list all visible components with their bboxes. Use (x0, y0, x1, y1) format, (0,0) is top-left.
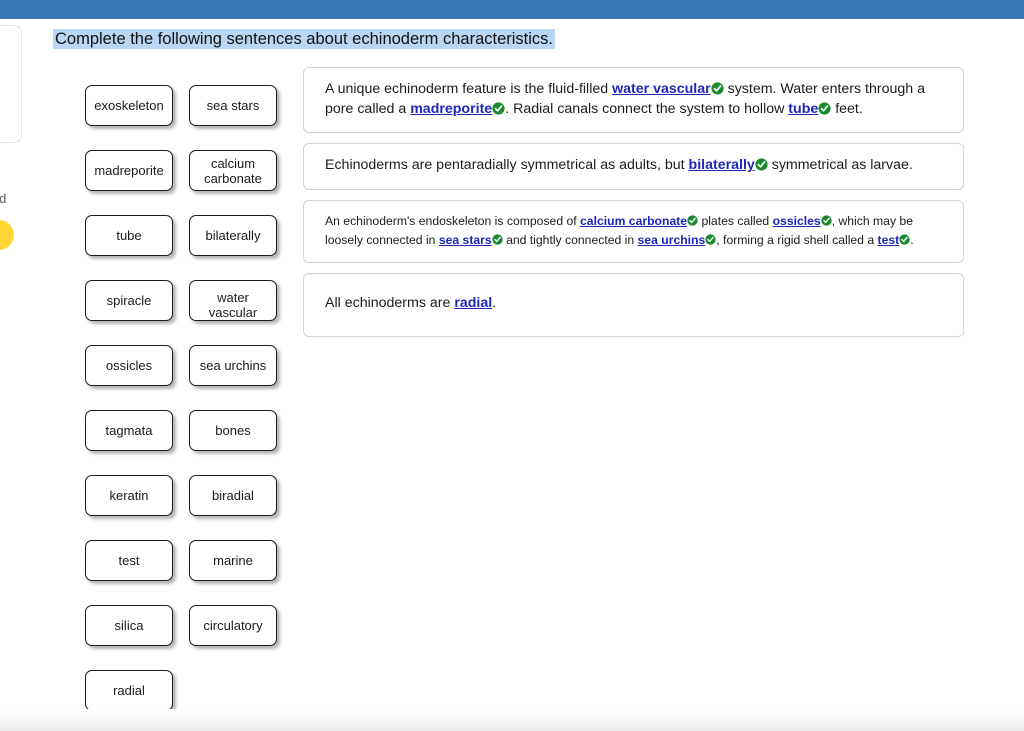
word-bank-row: exoskeleton sea stars (85, 85, 280, 150)
answer-sentence-box: Echinoderms are pentaradially symmetrica… (303, 143, 964, 190)
bottom-fade (0, 709, 1024, 731)
answer-sentence-text: All echinoderms are radial. (325, 294, 496, 314)
word-tile[interactable]: exoskeleton (85, 85, 173, 126)
filled-blank[interactable]: bilaterally (689, 157, 755, 173)
correct-check-icon (711, 82, 724, 95)
word-bank-row: silica circulatory (85, 605, 280, 670)
correct-check-icon (705, 232, 716, 245)
word-bank-row: test marine (85, 540, 280, 605)
answer-sentence-box: An echinoderm's endoskeleton is composed… (303, 199, 964, 263)
correct-check-icon (755, 158, 768, 171)
word-tile[interactable]: spiracle (85, 280, 173, 321)
points-awarded-label: rded (0, 191, 7, 206)
word-tile[interactable]: calcium carbonate (189, 150, 277, 191)
word-tile-label: marine (213, 553, 253, 568)
word-tile[interactable]: silica (85, 605, 173, 646)
word-tile[interactable]: keratin (85, 475, 173, 516)
word-tile[interactable]: biradial (189, 475, 277, 516)
sentence-text-fragment: . (910, 232, 914, 247)
progress-dot-icon (0, 220, 14, 250)
word-tile-label: tube (116, 228, 142, 243)
correct-check-icon (492, 232, 503, 245)
correct-check-icon (818, 101, 831, 115)
sentence-text-fragment: symmetrical as larvae. (767, 157, 913, 173)
word-tile-label: test (118, 553, 140, 568)
word-tile[interactable]: sea stars (189, 85, 277, 126)
filled-blank[interactable]: tube (788, 101, 818, 117)
word-tile[interactable]: radial (85, 670, 173, 711)
word-tile-label: tagmata (105, 423, 153, 438)
word-tile-label: sea stars (206, 98, 260, 113)
word-tile[interactable]: bones (189, 410, 277, 451)
sentence-text-fragment: All echinoderms are (325, 295, 455, 312)
word-tile[interactable]: water vascular (189, 280, 277, 321)
word-tile-label: circulatory (203, 618, 263, 633)
word-bank-row: madreporite calcium carbonate (85, 150, 280, 215)
word-tile[interactable]: ossicles (85, 345, 173, 386)
filled-blank[interactable]: sea urchins (638, 233, 706, 247)
word-tile[interactable]: madreporite (85, 150, 173, 191)
word-tile[interactable]: test (85, 540, 173, 581)
filled-blank[interactable]: madreporite (410, 101, 492, 117)
sentence-text-fragment: feet. (831, 100, 863, 117)
correct-check-icon (821, 213, 832, 226)
word-tile-label: keratin (109, 488, 149, 503)
filled-blank[interactable]: calcium carbonate (580, 214, 687, 228)
sentence-text-fragment: , forming a rigid shell called a (716, 232, 878, 247)
correct-check-icon (492, 101, 505, 115)
answer-sentence-box: All echinoderms are radial. (303, 272, 964, 337)
filled-blank[interactable]: test (878, 233, 900, 247)
answer-sentence-text: An echinoderm's endoskeleton is composed… (325, 214, 914, 247)
sentence-text-fragment: . Radial canals connect the system to ho… (505, 100, 789, 117)
word-tile-label: silica (114, 618, 144, 633)
word-tile-label: radial (113, 683, 145, 698)
word-tile-label: biradial (212, 488, 254, 503)
word-tile-label: spiracle (106, 293, 152, 308)
filled-blank[interactable]: water vascular (612, 81, 711, 97)
word-tile[interactable]: bilaterally (189, 215, 277, 256)
sentence-text-fragment: Echinoderms are pentaradially symmetrica… (325, 157, 689, 173)
sentence-text-fragment: A unique echinoderm feature is the fluid… (325, 81, 613, 97)
word-tile-label: bilaterally (205, 228, 261, 243)
word-tile-label: ossicles (105, 358, 153, 373)
word-bank: exoskeleton sea stars madreporite calcium c… (85, 85, 280, 731)
answer-sentence-box: A unique echinoderm feature is the fluid… (303, 67, 964, 133)
page-title: Complete the following sentences about e… (53, 28, 853, 50)
word-bank-row: keratin biradial (85, 475, 280, 540)
answer-sentence-text: A unique echinoderm feature is the fluid… (325, 81, 925, 117)
word-tile[interactable]: tube (85, 215, 173, 256)
word-bank-row: tagmata bones (85, 410, 280, 475)
filled-blank[interactable]: ossicles (773, 214, 821, 228)
exercise-page: rded Complete the following sentences ab… (0, 0, 1024, 731)
sentence-text-fragment: . (492, 295, 497, 312)
word-bank-row: ossicles sea urchins (85, 345, 280, 410)
word-tile-label: water vascular (208, 290, 258, 320)
left-side-panel-card (0, 25, 22, 143)
answer-sentence-text: Echinoderms are pentaradially symmetrica… (325, 157, 913, 173)
word-tile-label: calcium carbonate (204, 155, 262, 186)
sentence-text-fragment: plates called (698, 213, 773, 228)
word-tile-label: exoskeleton (94, 98, 164, 113)
word-tile[interactable]: sea urchins (189, 345, 277, 386)
correct-check-icon (899, 232, 910, 245)
word-tile[interactable]: marine (189, 540, 277, 581)
word-tile[interactable]: tagmata (85, 410, 173, 451)
filled-blank[interactable]: sea stars (439, 233, 492, 247)
page-title-text: Complete the following sentences about e… (53, 29, 556, 49)
word-tile-label: bones (215, 423, 251, 438)
sentence-text-fragment: and tightly connected in (502, 232, 638, 247)
word-tile-label: madreporite (94, 163, 164, 178)
word-tile[interactable]: circulatory (189, 605, 277, 646)
top-blue-bar (0, 0, 1024, 19)
answer-list: A unique echinoderm feature is the fluid… (303, 67, 964, 347)
word-bank-row: spiracle water vascular (85, 280, 280, 345)
sentence-text-fragment: An echinoderm's endoskeleton is composed… (325, 213, 581, 228)
word-tile-label: sea urchins (199, 358, 267, 373)
filled-blank[interactable]: radial (454, 295, 492, 311)
word-bank-row: tube bilaterally (85, 215, 280, 280)
correct-check-icon (687, 213, 698, 226)
